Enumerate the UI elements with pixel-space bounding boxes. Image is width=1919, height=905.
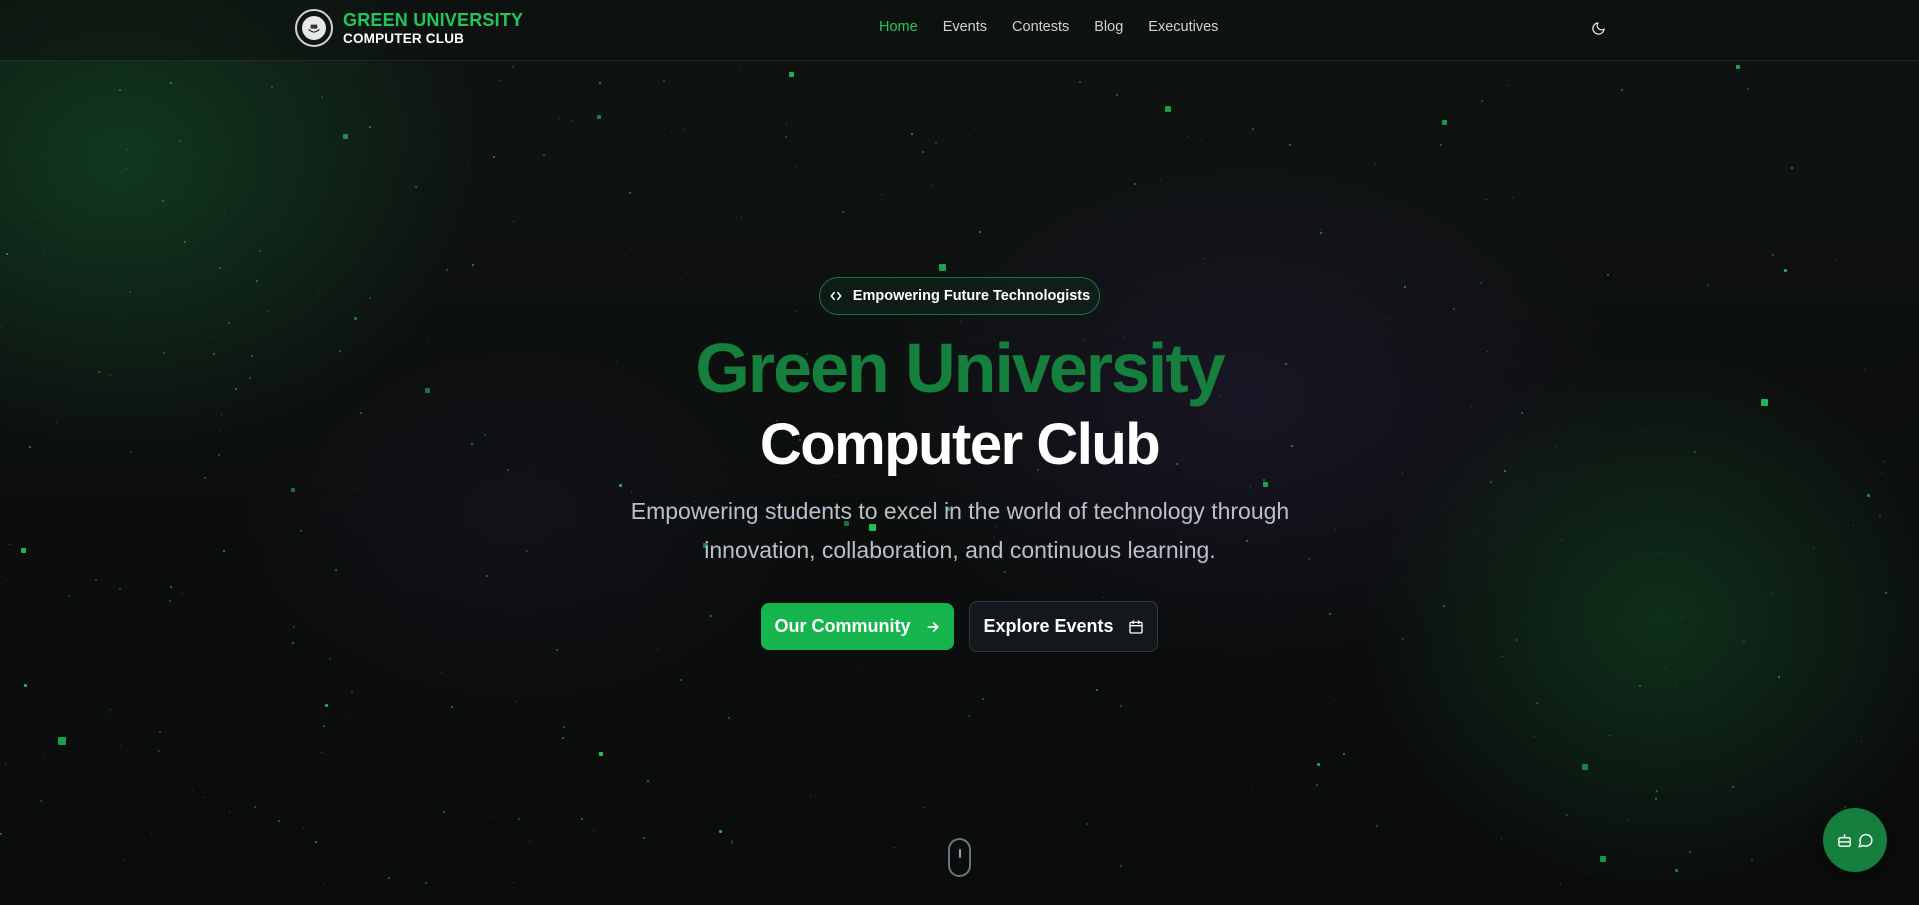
message-icon — [1858, 833, 1873, 848]
code-icon — [830, 291, 842, 301]
explore-events-label: Explore Events — [983, 616, 1114, 636]
explore-events-button[interactable]: Explore Events — [969, 601, 1158, 652]
bot-icon — [1838, 833, 1851, 847]
chat-fab-button[interactable] — [1823, 808, 1887, 872]
hero-subtitle: Empowering students to excel in the worl… — [630, 498, 1290, 563]
our-community-label: Our Community — [774, 616, 911, 636]
scroll-dot — [958, 849, 961, 858]
arrow-right-icon — [927, 621, 938, 632]
hero-badge: Empowering Future Technologists — [819, 277, 1100, 315]
scroll-down-indicator[interactable] — [948, 838, 971, 877]
hero-section: Empowering Future Technologists Green Un… — [0, 0, 1919, 905]
our-community-button[interactable]: Our Community — [761, 603, 954, 650]
hero-title-line1: Green University — [695, 329, 1225, 407]
hero-badge-text: Empowering Future Technologists — [852, 288, 1091, 304]
calendar-icon — [1128, 619, 1143, 634]
hero-title-line2: Computer Club — [759, 412, 1161, 477]
